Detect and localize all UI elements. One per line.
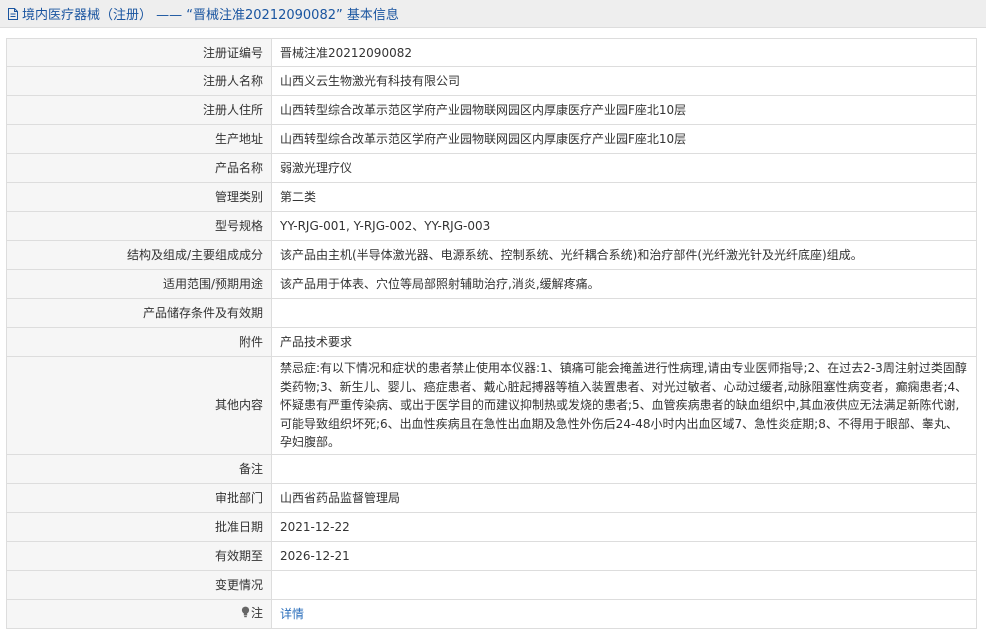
field-value: 该产品由主机(半导体激光器、电源系统、控制系统、光纤耦合系统)和治疗部件(光纤激… bbox=[271, 240, 977, 270]
page-title: 境内医疗器械（注册） —— “晋械注准20212090082” 基本信息 bbox=[22, 8, 399, 23]
field-label: 有效期至 bbox=[6, 540, 272, 571]
field-value: 2026-12-21 bbox=[271, 540, 977, 571]
table-row: 注 详情 bbox=[6, 598, 977, 629]
field-value: 禁忌症:有以下情况和症状的患者禁止使用本仪器:1、镇痛可能会掩盖进行性病理,请由… bbox=[271, 356, 977, 455]
table-row: 注册证编号 晋械注准20212090082 bbox=[6, 38, 977, 67]
field-value: YY-RJG-001, Y-RJG-002、YY-RJG-003 bbox=[271, 211, 977, 241]
field-label: 变更情况 bbox=[6, 569, 272, 600]
field-label: 产品名称 bbox=[6, 153, 272, 183]
field-value: 产品技术要求 bbox=[271, 327, 977, 357]
field-value bbox=[271, 569, 977, 600]
field-value bbox=[271, 298, 977, 328]
table-row: 结构及组成/主要组成成分 该产品由主机(半导体激光器、电源系统、控制系统、光纤耦… bbox=[6, 240, 977, 270]
field-label: 注册证编号 bbox=[6, 38, 272, 67]
note-label: 注 bbox=[250, 606, 263, 620]
field-label: 审批部门 bbox=[6, 482, 272, 513]
field-label: 注册人住所 bbox=[6, 95, 272, 125]
field-value: 该产品用于体表、穴位等局部照射辅助治疗,消炎,缓解疼痛。 bbox=[271, 269, 977, 299]
page-header: 境内医疗器械（注册） —— “晋械注准20212090082” 基本信息 bbox=[0, 0, 986, 28]
field-label: 型号规格 bbox=[6, 211, 272, 241]
table-row: 生产地址 山西转型综合改革示范区学府产业园物联网园区内厚康医疗产业园F座北10层 bbox=[6, 124, 977, 154]
document-icon bbox=[6, 7, 20, 21]
table-row: 适用范围/预期用途 该产品用于体表、穴位等局部照射辅助治疗,消炎,缓解疼痛。 bbox=[6, 269, 977, 299]
table-row: 其他内容 禁忌症:有以下情况和症状的患者禁止使用本仪器:1、镇痛可能会掩盖进行性… bbox=[6, 356, 977, 455]
field-value: 山西转型综合改革示范区学府产业园物联网园区内厚康医疗产业园F座北10层 bbox=[271, 124, 977, 154]
table-row: 审批部门 山西省药品监督管理局 bbox=[6, 482, 977, 513]
note-label-cell: 注 bbox=[6, 598, 272, 629]
field-value: 第二类 bbox=[271, 182, 977, 212]
field-label: 附件 bbox=[6, 327, 272, 357]
field-value: 山西义云生物激光有科技有限公司 bbox=[271, 66, 977, 96]
table-row: 批准日期 2021-12-22 bbox=[6, 511, 977, 542]
table-row: 变更情况 bbox=[6, 569, 977, 600]
field-value bbox=[271, 453, 977, 484]
field-value: 山西省药品监督管理局 bbox=[271, 482, 977, 513]
field-label: 产品储存条件及有效期 bbox=[6, 298, 272, 328]
table-row: 产品储存条件及有效期 bbox=[6, 298, 977, 328]
table-row: 附件 产品技术要求 bbox=[6, 327, 977, 357]
table-row: 产品名称 弱激光理疗仪 bbox=[6, 153, 977, 183]
note-value: 详情 bbox=[271, 598, 977, 629]
field-label: 其他内容 bbox=[6, 356, 272, 455]
table-row: 注册人名称 山西义云生物激光有科技有限公司 bbox=[6, 66, 977, 96]
field-label: 结构及组成/主要组成成分 bbox=[6, 240, 272, 270]
table-row: 备注 bbox=[6, 453, 977, 484]
field-label: 批准日期 bbox=[6, 511, 272, 542]
lightbulb-icon bbox=[241, 605, 250, 623]
field-value: 2021-12-22 bbox=[271, 511, 977, 542]
field-label: 备注 bbox=[6, 453, 272, 484]
field-label: 生产地址 bbox=[6, 124, 272, 154]
details-link[interactable]: 详情 bbox=[280, 607, 304, 621]
field-value: 弱激光理疗仪 bbox=[271, 153, 977, 183]
info-table: 注册证编号 晋械注准20212090082 注册人名称 山西义云生物激光有科技有… bbox=[6, 38, 977, 629]
table-row: 注册人住所 山西转型综合改革示范区学府产业园物联网园区内厚康医疗产业园F座北10… bbox=[6, 95, 977, 125]
field-label: 管理类别 bbox=[6, 182, 272, 212]
field-value: 晋械注准20212090082 bbox=[271, 38, 977, 67]
field-label: 注册人名称 bbox=[6, 66, 272, 96]
table-row: 有效期至 2026-12-21 bbox=[6, 540, 977, 571]
field-label: 适用范围/预期用途 bbox=[6, 269, 272, 299]
table-row: 型号规格 YY-RJG-001, Y-RJG-002、YY-RJG-003 bbox=[6, 211, 977, 241]
table-row: 管理类别 第二类 bbox=[6, 182, 977, 212]
field-value: 山西转型综合改革示范区学府产业园物联网园区内厚康医疗产业园F座北10层 bbox=[271, 95, 977, 125]
